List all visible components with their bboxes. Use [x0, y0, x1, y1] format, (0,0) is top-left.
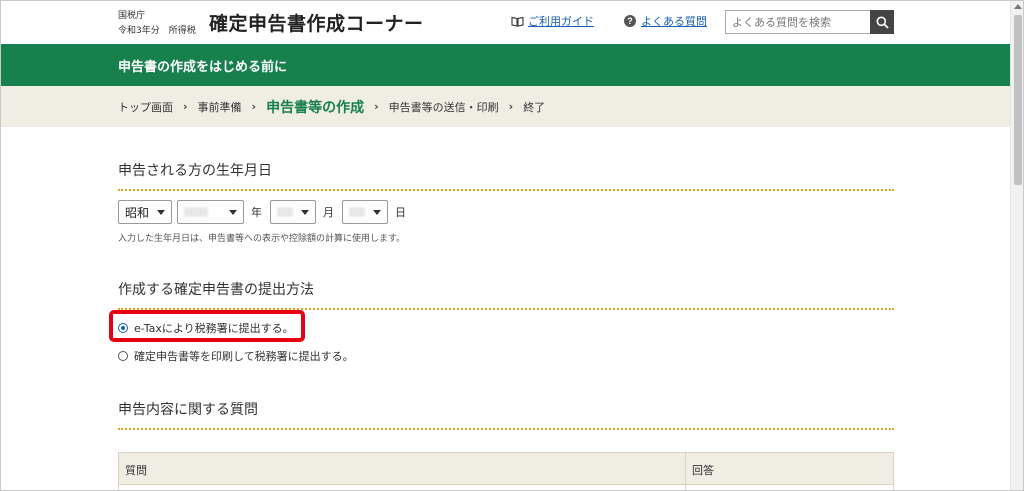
table-cell [686, 485, 893, 490]
breadcrumb-top: トップ画面 [118, 100, 173, 114]
faq-link[interactable]: ? よくある質問 [624, 13, 707, 29]
agency-name: 国税庁 [118, 11, 146, 21]
chevron-down-icon [301, 209, 309, 215]
column-header-question: 質問 [119, 453, 686, 484]
chevron-right-icon: › [251, 100, 257, 113]
questions-heading: 申告内容に関する質問 [118, 399, 894, 430]
banner-title: 申告書の作成をはじめる前に [118, 60, 288, 75]
month-unit: 月 [323, 206, 334, 219]
column-header-answer: 回答 [692, 464, 714, 477]
dob-note: 入力した生年月日は、申告書等への表示や控除額の計算に使用します。 [118, 234, 406, 244]
chevron-down-icon [157, 209, 165, 215]
guide-link[interactable]: ご利用ガイド [511, 13, 594, 29]
book-icon [511, 16, 524, 27]
faq-search [725, 10, 894, 34]
radio-button[interactable] [118, 351, 128, 361]
search-icon [876, 16, 889, 29]
search-button[interactable] [870, 10, 894, 34]
chevron-down-icon [229, 209, 237, 215]
chevron-right-icon: › [183, 100, 188, 113]
dob-heading: 申告される方の生年月日 [118, 160, 894, 191]
page-banner: 申告書の作成をはじめる前に [1, 44, 1010, 86]
year-select[interactable] [177, 200, 244, 224]
site-header: 国税庁 令和3年分 所得税 確定申告書作成コーナー ご利用ガイド ? よくある質問 [1, 1, 1010, 44]
breadcrumb-send-print: 申告書等の送信・印刷 [388, 100, 499, 114]
year-unit: 年 [251, 206, 262, 219]
highlight-box [109, 310, 305, 342]
page-frame: 国税庁 令和3年分 所得税 確定申告書作成コーナー ご利用ガイド ? よくある質問 [0, 0, 1024, 491]
breadcrumb-current: 申告書等の作成 [266, 99, 365, 116]
dob-inputs: 昭和 年 月 日 [118, 200, 414, 224]
breadcrumb-end: 終了 [523, 100, 546, 114]
month-value-redacted [277, 207, 293, 217]
submit-method-heading: 作成する確定申告書の提出方法 [118, 279, 894, 310]
day-value-redacted [349, 207, 365, 217]
table-header-row: 質問 回答 [119, 453, 893, 485]
question-icon: ? [624, 15, 636, 27]
tax-type: 所得税 [168, 26, 196, 36]
questions-table: 質問 回答 [118, 452, 894, 490]
era-value: 昭和 [125, 205, 150, 220]
tax-year: 令和3年分 [118, 26, 160, 36]
app-title: 確定申告書作成コーナー [209, 13, 424, 35]
guide-link-label[interactable]: ご利用ガイド [528, 13, 594, 29]
day-select[interactable] [342, 200, 388, 224]
day-unit: 日 [395, 206, 406, 219]
table-row [119, 485, 893, 490]
radio-print[interactable]: 確定申告書等を印刷して税務署に提出する。 [118, 348, 354, 364]
chevron-right-icon: › [374, 100, 379, 113]
breadcrumb-prep: 事前準備 [197, 100, 242, 114]
chevron-down-icon [373, 209, 381, 215]
search-input[interactable] [725, 10, 870, 34]
faq-link-label[interactable]: よくある質問 [641, 13, 707, 29]
breadcrumb: トップ画面 › 事前準備 › 申告書等の作成 › 申告書等の送信・印刷 › 終了 [1, 86, 1010, 127]
chevron-right-icon: › [508, 100, 514, 113]
scroll-up-arrow-icon[interactable] [1014, 4, 1022, 9]
era-select[interactable]: 昭和 [118, 200, 172, 224]
year-value-redacted [184, 207, 208, 217]
scrollbar-thumb[interactable] [1014, 15, 1022, 185]
scrollbar[interactable] [1010, 1, 1023, 490]
header-subtitle: 令和3年分 所得税 [118, 23, 196, 36]
table-cell [119, 485, 686, 490]
month-select[interactable] [270, 200, 316, 224]
radio-print-label: 確定申告書等を印刷して税務署に提出する。 [134, 350, 354, 363]
